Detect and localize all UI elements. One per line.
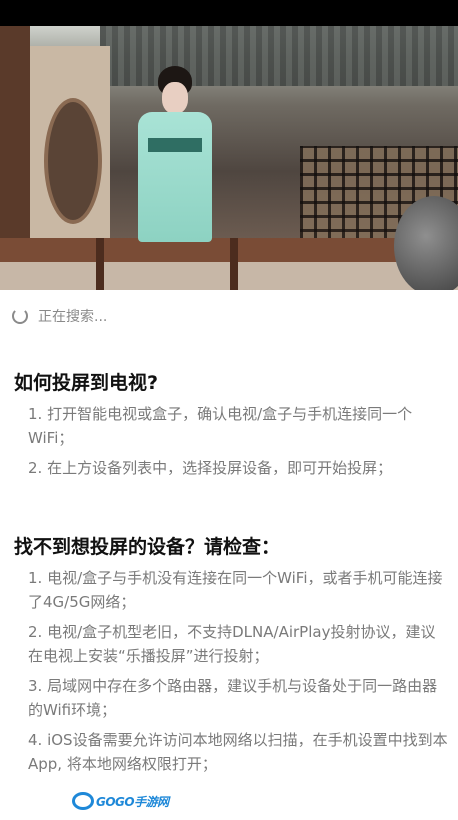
video-pillar bbox=[0, 26, 30, 266]
video-preview[interactable] bbox=[0, 26, 458, 290]
loading-spinner-icon bbox=[12, 308, 28, 324]
search-status-text: 正在搜索... bbox=[38, 309, 108, 325]
troubleshoot-item: 4. iOS设备需要允许访问本地网络以扫描，在手机设置中找到本App, 将本地网… bbox=[28, 731, 448, 773]
video-figure-face bbox=[162, 82, 188, 114]
video-figure bbox=[132, 66, 218, 242]
instruction-item: 2. 在上方设备列表中，选择投屏设备，即可开始投屏； bbox=[28, 459, 393, 477]
watermark: GOGO手游网 bbox=[72, 790, 169, 812]
troubleshoot-item: 3. 局域网中存在多个路由器，建议手机与设备处于同一路由器的Wifi环境； bbox=[28, 677, 438, 719]
watermark-logo-icon bbox=[72, 792, 94, 810]
watermark-text: GOGO手游网 bbox=[96, 794, 169, 809]
troubleshoot-item: 1. 电视/盒子与手机没有连接在同一个WiFi，或者手机可能连接了4G/5G网络… bbox=[28, 569, 443, 611]
video-rail-post bbox=[230, 238, 238, 290]
section-title-how-to-cast: 如何投屏到电视? bbox=[14, 372, 159, 394]
video-round-window bbox=[44, 98, 102, 224]
troubleshoot-item: 2. 电视/盒子机型老旧，不支持DLNA/AirPlay投射协议，建议在电视上安… bbox=[28, 623, 436, 665]
video-floor bbox=[0, 262, 458, 290]
video-figure-sash bbox=[148, 138, 202, 152]
video-figure-dress bbox=[138, 112, 212, 242]
search-status: 正在搜索... bbox=[12, 306, 107, 326]
section-title-troubleshoot: 找不到想投屏的设备？请检查： bbox=[14, 536, 281, 558]
status-bar bbox=[0, 0, 458, 26]
video-rail-post bbox=[96, 238, 104, 290]
instruction-item: 1. 打开智能电视或盒子，确认电视/盒子与手机连接同一个WiFi； bbox=[28, 405, 413, 447]
